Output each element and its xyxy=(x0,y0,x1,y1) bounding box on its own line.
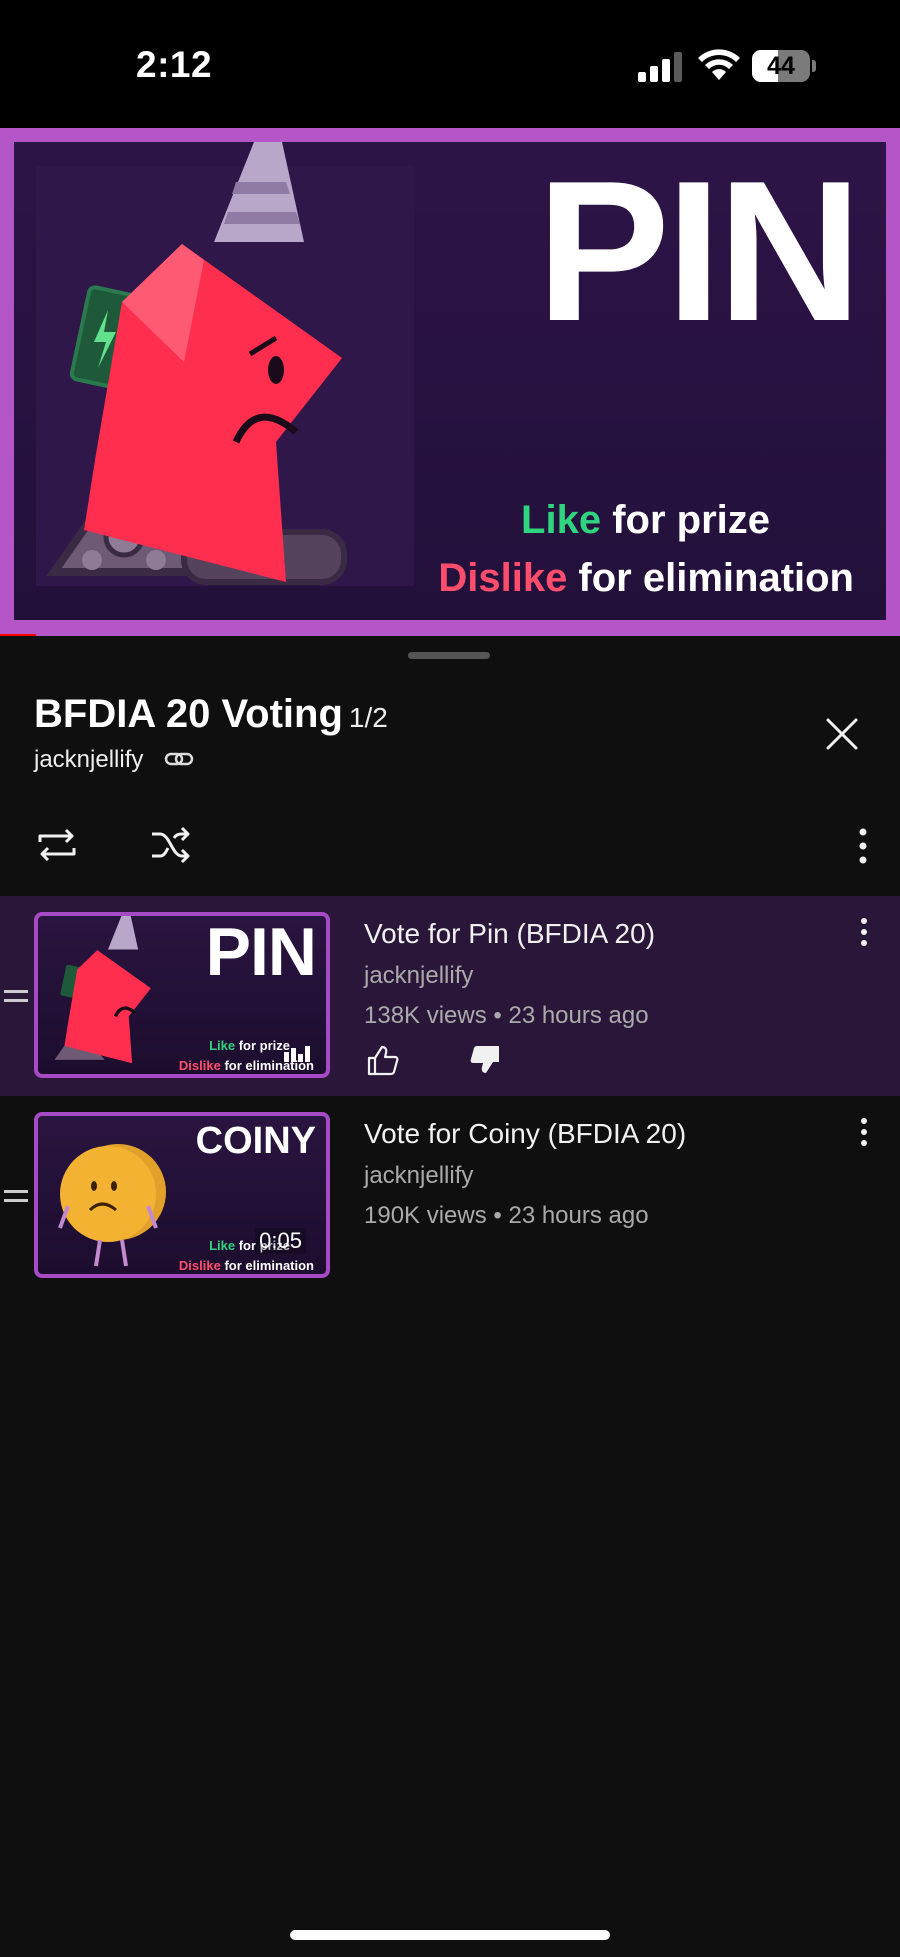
thumbnail-like-line: Like for prize xyxy=(209,1038,290,1053)
video-meta: 190K views • 23 hours ago xyxy=(364,1202,649,1229)
sheet-drag-handle[interactable] xyxy=(408,652,490,659)
thumbnail-dislike-line: Dislike for elimination xyxy=(179,1258,314,1273)
thumbnail-title: COINY xyxy=(195,1120,316,1162)
video-thumbnail[interactable]: PIN Like for prize Dislike for eliminati… xyxy=(34,912,330,1078)
hero-like-line: Like for prize xyxy=(521,498,770,543)
video-channel[interactable]: jacknjellify xyxy=(364,1162,473,1190)
thumbnail-like-rest: for prize xyxy=(235,1038,290,1053)
hero-like-word: Like xyxy=(521,498,602,542)
thumbs-down-icon[interactable] xyxy=(468,1044,502,1076)
status-time: 2:12 xyxy=(136,44,213,85)
wifi-icon xyxy=(698,49,740,80)
pin-thumbnail-art xyxy=(54,916,151,1064)
hero-title: PIN xyxy=(536,142,862,363)
thumbnail-like-word: Like xyxy=(209,1038,236,1053)
video-duration: 0:05 xyxy=(255,1228,306,1254)
thumbnail-dislike-rest: for elimination xyxy=(220,1258,314,1273)
playlist-position: 1/2 xyxy=(348,702,388,733)
video-more-options-button[interactable] xyxy=(852,916,876,950)
status-bar: 2:12 44 xyxy=(0,0,900,128)
battery-level: 44 xyxy=(767,52,795,80)
loop-playlist-button[interactable] xyxy=(34,822,80,868)
video-frame[interactable]: PIN Like for prize Dislike for eliminati… xyxy=(14,142,886,620)
playlist-title: BFDIA 20 Voting 1/2 xyxy=(34,692,388,737)
hero-dislike-rest: for elimination xyxy=(567,556,854,600)
playlist-item[interactable]: COINY Like for prize Dislike for elimina… xyxy=(0,1096,900,1296)
now-playing-bars-icon xyxy=(284,1046,310,1062)
playlist-item[interactable]: PIN Like for prize Dislike for eliminati… xyxy=(0,896,900,1096)
video-player[interactable]: PIN Like for prize Dislike for eliminati… xyxy=(0,128,900,638)
video-meta: 138K views • 23 hours ago xyxy=(364,1002,649,1029)
playlist-title-text: BFDIA 20 Voting xyxy=(34,692,343,736)
home-indicator[interactable] xyxy=(290,1930,610,1940)
thumbnail-title: PIN xyxy=(205,914,317,990)
hero-dislike-word: Dislike xyxy=(438,556,568,600)
playlist-owner[interactable]: jacknjellify xyxy=(34,746,143,774)
thumbs-up-icon[interactable] xyxy=(366,1044,400,1076)
coiny-thumbnail-art xyxy=(58,1144,166,1267)
thumbnail-dislike-word: Dislike xyxy=(178,1258,221,1273)
reorder-handle-icon[interactable] xyxy=(4,986,28,1006)
shuffle-playlist-button[interactable] xyxy=(148,822,194,868)
close-playlist-button[interactable] xyxy=(820,712,864,756)
video-thumbnail[interactable]: COINY Like for prize Dislike for elimina… xyxy=(34,1112,330,1278)
battery-icon: 44 xyxy=(752,50,816,82)
pin-character-illustration xyxy=(36,142,414,586)
video-more-options-button[interactable] xyxy=(852,1116,876,1150)
video-title[interactable]: Vote for Coiny (BFDIA 20) xyxy=(364,1118,686,1150)
playlist-more-options-button[interactable] xyxy=(848,824,878,868)
hero-dislike-line: Dislike for elimination xyxy=(438,556,854,601)
thumbnail-like-word: Like xyxy=(209,1238,236,1253)
thumbnail-dislike-word: Dislike xyxy=(178,1058,221,1073)
reorder-handle-icon[interactable] xyxy=(4,1186,28,1206)
cellular-signal-icon xyxy=(638,52,682,82)
video-channel[interactable]: jacknjellify xyxy=(364,962,473,990)
link-icon xyxy=(164,752,194,766)
video-title[interactable]: Vote for Pin (BFDIA 20) xyxy=(364,918,655,950)
playlist-panel: BFDIA 20 Voting 1/2 jacknjellify xyxy=(0,636,900,1957)
hero-like-rest: for prize xyxy=(601,498,770,542)
